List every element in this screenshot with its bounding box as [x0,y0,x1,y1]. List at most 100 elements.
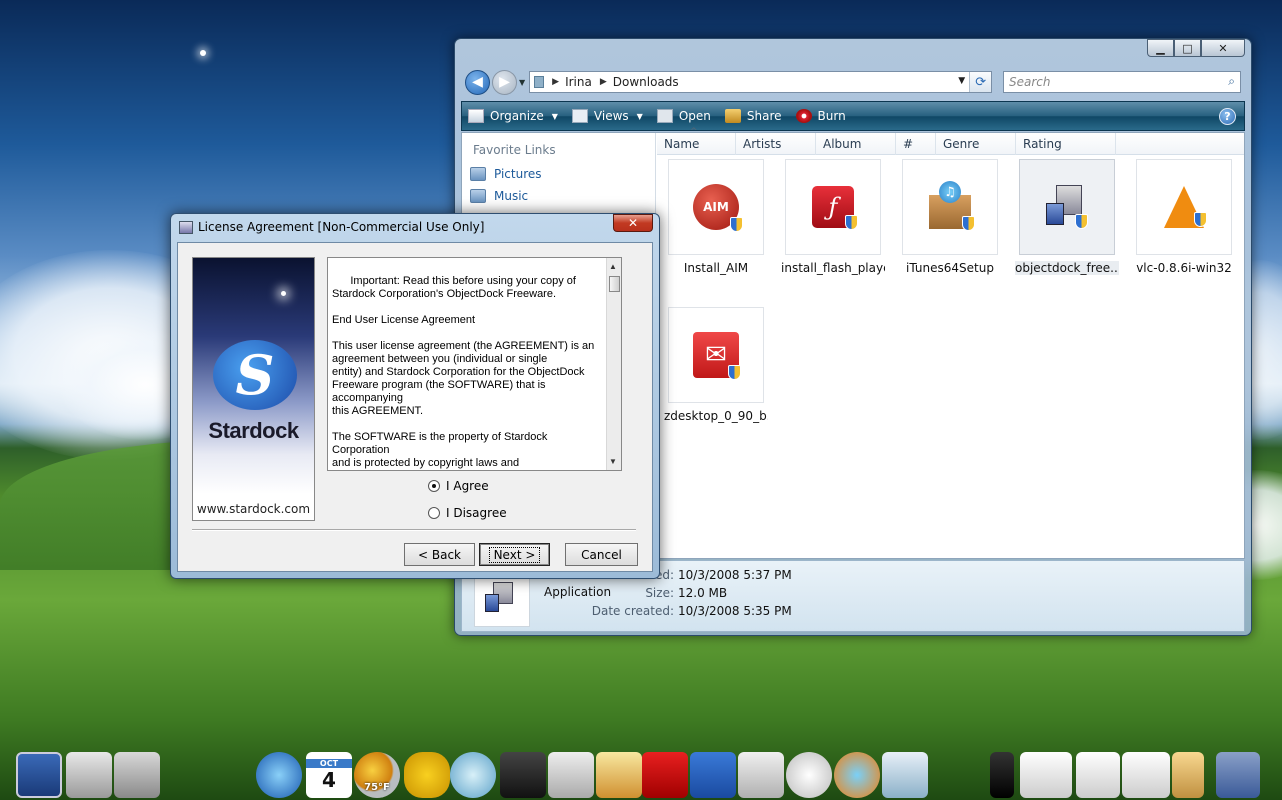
scrollbar-thumb[interactable] [609,276,620,292]
column-number[interactable]: # [896,133,936,155]
minimize-button[interactable]: ▁ [1147,39,1174,57]
detail-label: Size: [645,586,674,600]
objectdock-installer-icon [1019,159,1115,255]
settings-icon[interactable] [256,752,302,798]
burn-label: Burn [817,109,846,123]
folder-icon[interactable] [1172,752,1204,798]
window-thumbnail-icon[interactable] [1122,752,1170,798]
radio-button-checked[interactable] [428,480,440,492]
share-label: Share [746,109,782,123]
views-label: Views [593,109,629,123]
camera-icon[interactable] [114,752,160,798]
window-thumbnail-icon[interactable] [1076,752,1120,798]
help-icon[interactable]: ? [1219,108,1236,125]
license-scrollbar[interactable]: ▲ ▼ [606,258,621,470]
dialog-body: S Stardock www.stardock.com Important: R… [177,242,653,572]
column-rating[interactable]: Rating [1016,133,1116,155]
media-player-icon[interactable] [500,752,546,798]
refresh-button[interactable]: ⟳ [969,72,992,92]
dialog-close-button[interactable]: ✕ [613,214,653,232]
agree-radio[interactable]: I Agree [428,479,489,493]
itunes-icon[interactable] [450,752,496,798]
objectdock-installer-icon [474,571,530,627]
scroll-up-icon[interactable]: ▲ [609,260,617,273]
file-item[interactable]: ƒ install_flash_player [781,159,885,275]
installer-icon [179,221,193,234]
column-genre[interactable]: Genre [936,133,1016,155]
acrobat-icon[interactable] [642,752,688,798]
license-text: Important: Read this before using your c… [332,275,595,469]
calendar-icon[interactable]: OCT 4 [306,752,352,798]
breadcrumb-arrow-icon[interactable]: ▶ [552,77,559,87]
file-item[interactable]: AIM Install_AIM [664,159,768,275]
open-button[interactable]: Open [656,109,711,123]
disagree-radio[interactable]: I Disagree [428,506,507,520]
detail-date-created: Date created: 10/3/2008 5:35 PM [570,604,792,618]
uac-shield-icon [730,217,743,232]
browser-icon[interactable] [834,752,880,798]
forward-button[interactable]: ▶ [492,69,517,95]
file-name: iTunes64Setup [906,261,994,275]
calculator-icon[interactable] [548,752,594,798]
clock-icon[interactable] [786,752,832,798]
file-name: zdesktop_0_90_b... [664,409,768,423]
file-item[interactable]: ♫ iTunes64Setup [898,159,1002,275]
detail-value: 12.0 MB [678,586,728,600]
history-dropdown-icon[interactable]: ▼ [519,78,525,87]
close-button[interactable]: ✕ [1201,39,1245,57]
search-icon[interactable]: ⌕ [1228,74,1235,89]
window-controls: ▁ □ ✕ [1147,39,1245,57]
word-icon[interactable] [690,752,736,798]
maximize-button[interactable]: □ [1174,39,1201,57]
phone-icon[interactable] [990,752,1014,798]
search-input[interactable]: Search ⌕ [1003,71,1241,93]
desktop-icon[interactable] [16,752,62,798]
views-icon [571,109,588,123]
address-bar[interactable]: ▶ Irina ▶ Downloads ▼ ⟳ [529,71,993,93]
brand-url: www.stardock.com [196,502,311,516]
views-button[interactable]: Views ▼ [571,109,643,123]
window-thumbnail-icon[interactable] [1020,752,1072,798]
open-icon [656,109,673,123]
dialog-title: License Agreement [Non-Commercial Use On… [198,220,485,234]
documents-icon[interactable] [66,752,112,798]
scroll-down-icon[interactable]: ▼ [609,455,617,468]
radio-button[interactable] [428,507,440,519]
column-artists[interactable]: Artists [736,133,816,155]
file-item[interactable]: vlc-0.8.6i-win32 [1132,159,1236,275]
share-button[interactable]: Share [724,109,782,123]
breadcrumb-arrow-icon[interactable]: ▶ [600,77,607,87]
recycle-bin-icon[interactable] [882,752,928,798]
burn-icon [795,109,812,123]
mail-icon[interactable] [738,752,784,798]
organize-button[interactable]: Organize ▼ [468,109,558,123]
file-item[interactable]: ✉ zdesktop_0_90_b... [664,307,768,423]
uac-shield-icon [728,365,741,380]
file-item-selected[interactable]: objectdock_free... [1015,159,1119,275]
detail-value: 10/3/2008 5:35 PM [678,604,792,618]
breadcrumb-irina[interactable]: Irina [565,75,592,89]
breadcrumb-downloads[interactable]: Downloads [613,75,679,89]
license-text-box[interactable]: Important: Read this before using your c… [327,257,622,471]
organize-icon [468,109,484,123]
favorite-link-music[interactable]: Music [470,189,528,203]
paint-icon[interactable] [596,752,642,798]
back-button[interactable]: < Back [404,543,475,566]
disagree-label: I Disagree [446,506,507,520]
next-button[interactable]: Next > [479,543,550,566]
flash-installer-icon: ƒ [785,159,881,255]
back-label: < Back [417,547,461,562]
address-dropdown-icon[interactable]: ▼ [958,76,965,86]
burn-button[interactable]: Burn [795,109,846,123]
cancel-button[interactable]: Cancel [565,543,638,566]
weather-icon[interactable]: 75°F [354,752,400,798]
object-dock: OCT 4 75°F [0,748,1282,800]
objectdock-installer-icon[interactable] [1216,752,1260,798]
favorite-link-label: Pictures [494,167,542,181]
file-name: Install_AIM [683,261,749,275]
favorite-link-pictures[interactable]: Pictures [470,167,542,181]
aim-icon[interactable] [404,752,450,798]
back-button[interactable]: ◀ [465,69,490,95]
column-name[interactable]: Name [657,127,736,155]
column-album[interactable]: Album [816,133,896,155]
